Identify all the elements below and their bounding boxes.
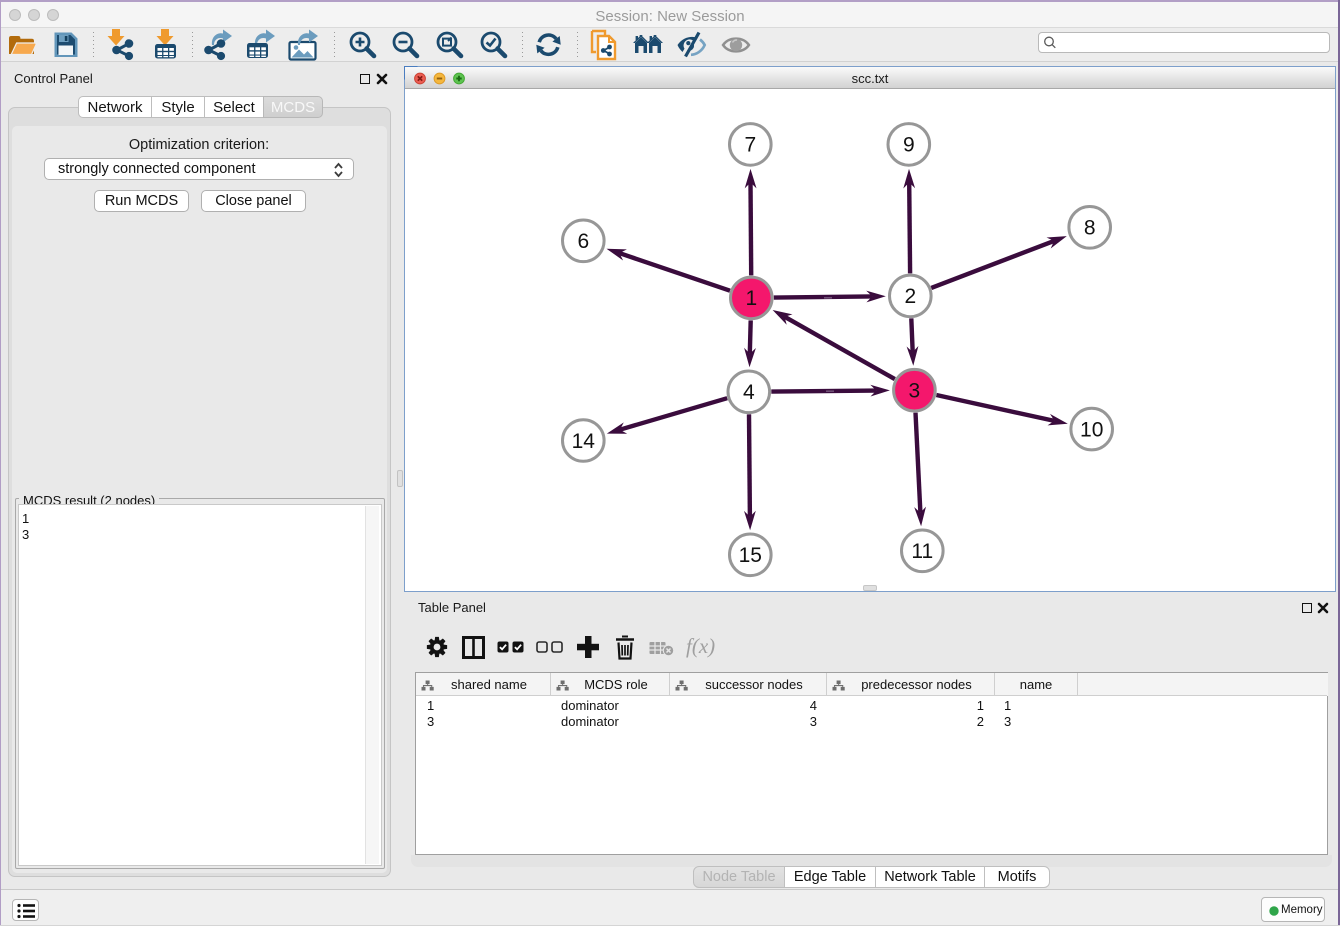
svg-text:7: 7 — [744, 134, 756, 157]
svg-text:8: 8 — [1084, 217, 1096, 240]
svg-text:3: 3 — [909, 380, 921, 403]
svg-text:4: 4 — [743, 381, 755, 404]
svg-text:6: 6 — [577, 230, 589, 253]
svg-text:14: 14 — [572, 430, 596, 453]
svg-text:11: 11 — [911, 540, 933, 563]
svg-text:2: 2 — [904, 285, 916, 308]
svg-text:1: 1 — [745, 287, 757, 310]
svg-text:10: 10 — [1080, 418, 1103, 441]
svg-text:15: 15 — [739, 544, 762, 567]
svg-text:9: 9 — [903, 134, 915, 157]
